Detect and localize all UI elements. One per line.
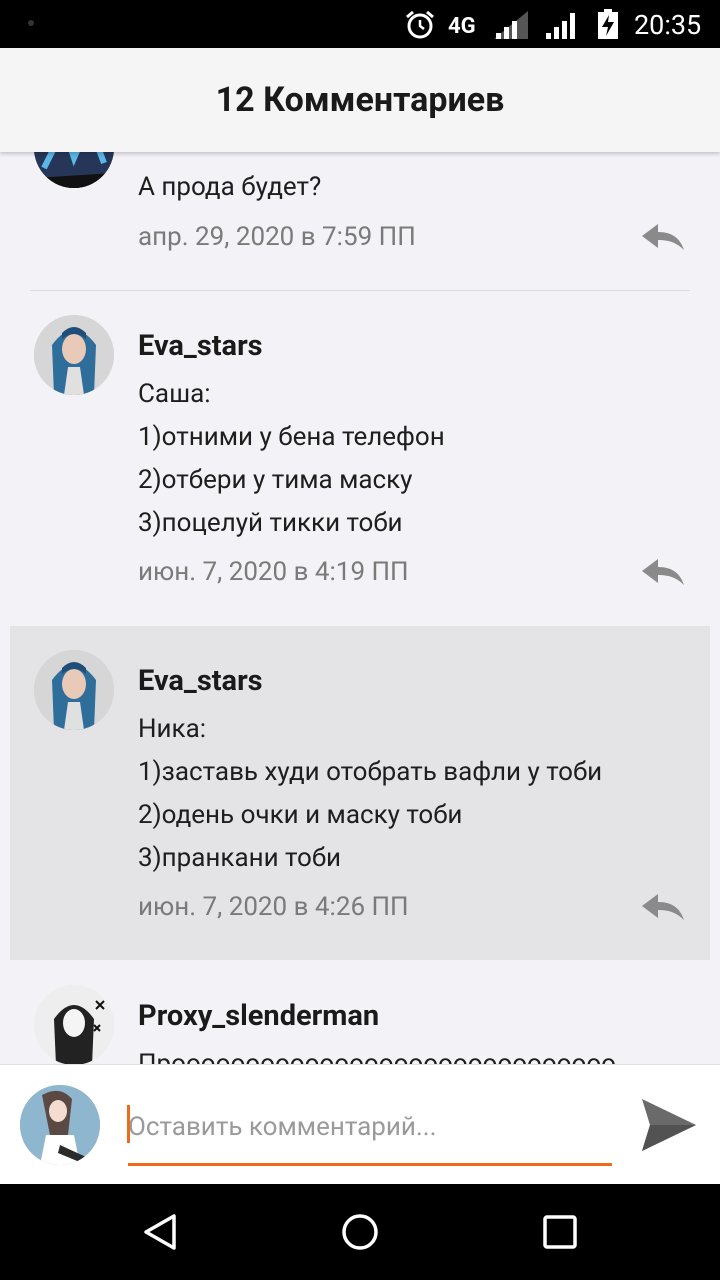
alarm-clock-icon [406,10,434,39]
nav-home-icon[interactable] [340,1212,380,1252]
cell-signal-icon [546,13,575,39]
comment-text: 3)поцелуй тикки тоби [138,508,403,538]
comment-text: 1)заставь худи отобрать вафли у тоби [138,757,603,787]
reply-arrow-icon[interactable] [640,892,686,922]
notification-dot [28,20,34,26]
text-cursor [127,1105,130,1143]
comment-author[interactable]: Proxy_slenderman [138,999,379,1033]
comment-text: 1)отними у бена телефон [138,422,445,452]
nav-recent-apps-icon[interactable] [542,1214,578,1250]
comment-text: Саша: [138,379,211,409]
avatar[interactable] [34,985,114,1064]
comment-date: апр. 29, 2020 в 7:59 ПП [138,222,416,252]
avatar[interactable] [34,315,114,395]
status-bar: 4G 20:35 [0,0,720,48]
comment-item: Proxy_slenderman Пpooooooooooooooooooooo… [10,961,710,1064]
reply-arrow-icon[interactable] [640,557,686,587]
comment-item: Eva_stars Ника: 1)заставь худи отобрать … [10,626,710,960]
comment-date: июн. 7, 2020 в 4:19 ПП [138,557,409,587]
input-underline [128,1163,612,1166]
avatar[interactable] [34,650,114,730]
comment-text: 2)одень очки и маску тоби [138,800,463,830]
comment-text: 2)отбери у тима маску [138,465,413,495]
comment-author[interactable]: Eva_stars [138,664,263,698]
system-nav-bar [0,1184,720,1280]
comment-date: июн. 7, 2020 в 4:26 ПП [138,892,409,922]
avatar[interactable] [34,152,114,188]
comment-item: Eva_stars Саша: 1)отними у бена телефон … [10,291,710,625]
cell-signal-icon [494,11,528,39]
comment-text: 3)пранкани тоби [138,843,342,873]
app-header: 12 Комментариев [0,48,720,152]
comment-item: _ А прода будет? апр. 29, 2020 в 7:59 ПП [10,152,710,290]
comment-input[interactable] [128,1105,612,1149]
nav-back-icon[interactable] [140,1212,180,1252]
comments-list[interactable]: _ А прода будет? апр. 29, 2020 в 7:59 ПП… [10,152,710,1064]
reply-arrow-icon[interactable] [640,222,686,252]
network-type: 4G [448,14,476,39]
clock: 20:35 [634,9,702,41]
avatar [20,1085,100,1165]
battery-charging-icon [598,9,618,39]
comment-text: Пpoooooooooooooooooooooooooooooo [138,1049,616,1064]
comment-author[interactable]: Eva_stars [138,329,263,363]
comment-compose-bar [0,1064,720,1184]
comment-text: Ника: [138,714,207,744]
send-icon[interactable] [640,1097,698,1153]
page-title: 12 Комментариев [215,80,505,120]
comment-text: А прода будет? [138,172,322,202]
